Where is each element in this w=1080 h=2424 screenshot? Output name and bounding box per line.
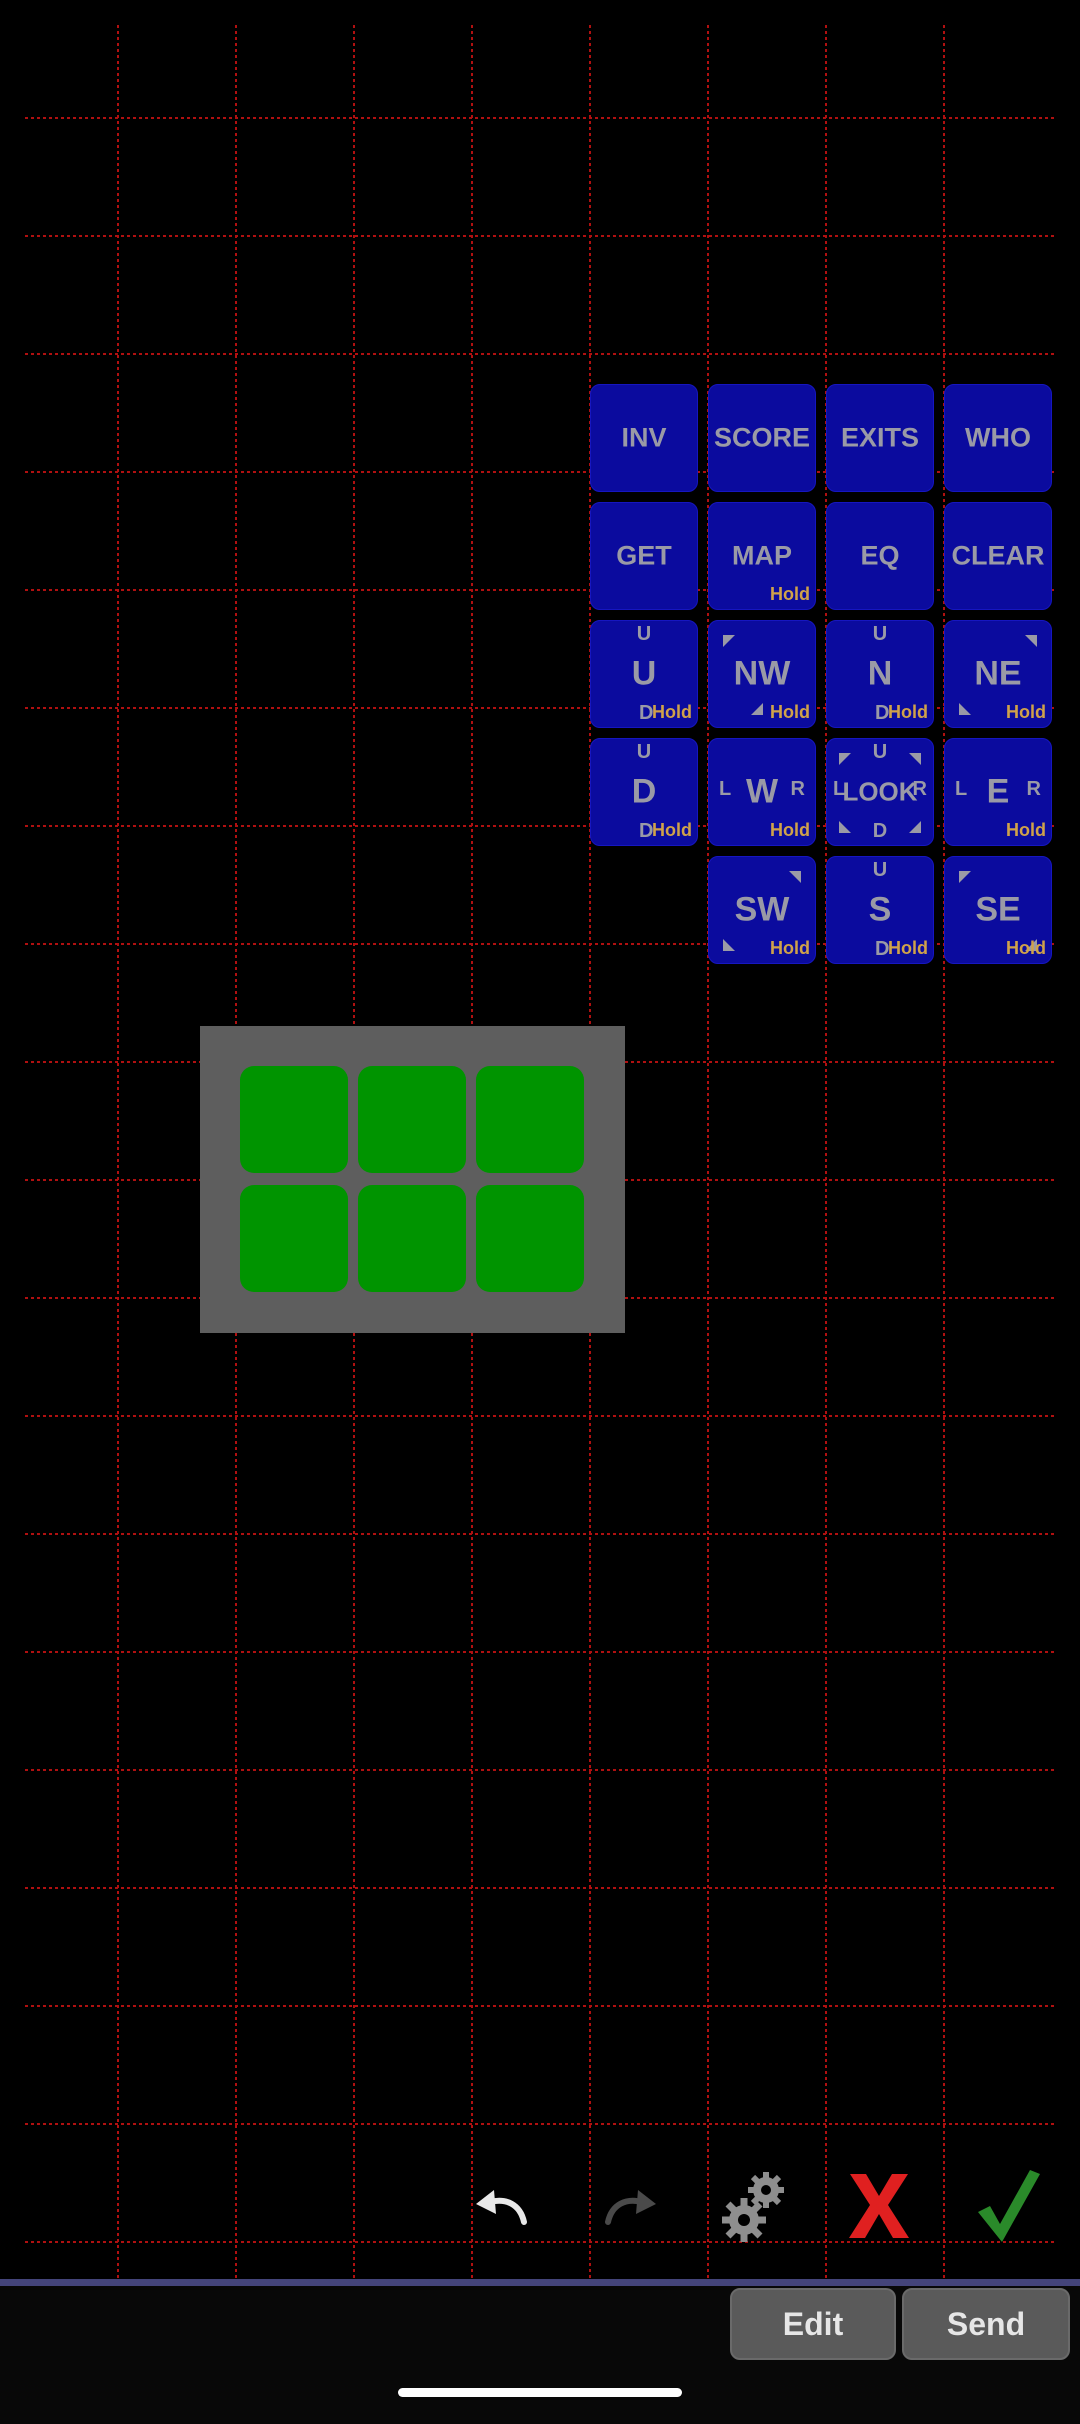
n-label: N [867, 654, 893, 693]
who-button[interactable]: WHO [944, 384, 1052, 492]
placeholder-button[interactable] [476, 1185, 584, 1292]
sw-label: SW [734, 890, 790, 929]
swipe-up-label: U [636, 741, 652, 763]
sw-button[interactable]: SW Hold [708, 856, 816, 964]
eq-label: EQ [860, 540, 900, 571]
map-label: MAP [732, 540, 792, 571]
hold-label: Hold [770, 584, 810, 604]
get-label: GET [616, 540, 672, 571]
swipe-down-label: D [872, 820, 888, 842]
confirm-button[interactable] [976, 2168, 1042, 2244]
swipe-up-label: U [872, 623, 888, 645]
ne-label: NE [974, 654, 1022, 693]
send-button[interactable]: Send [902, 2288, 1070, 2360]
s-button[interactable]: U S D Hold [826, 856, 934, 964]
up-button[interactable]: U U D Hold [590, 620, 698, 728]
map-button[interactable]: MAP Hold [708, 502, 816, 610]
clear-label: CLEAR [951, 540, 1045, 571]
swipe-right-label: R [912, 778, 927, 801]
send-label: Send [946, 2306, 1026, 2342]
eq-button[interactable]: EQ [826, 502, 934, 610]
arrow-ne-icon [789, 871, 801, 883]
swipe-right-label: R [790, 778, 805, 801]
hold-label: Hold [770, 938, 810, 958]
placeholder-button[interactable] [240, 1185, 348, 1292]
undo-icon [476, 2190, 527, 2225]
inv-label: INV [621, 422, 667, 453]
hold-label: Hold [652, 820, 692, 840]
look-button[interactable]: U L LOOK R D [826, 738, 934, 846]
settings-button[interactable] [722, 2166, 788, 2244]
arrow-nw-icon [959, 871, 971, 883]
placeholder-button[interactable] [476, 1066, 584, 1173]
nw-button[interactable]: NW Hold [708, 620, 816, 728]
who-label: WHO [965, 422, 1031, 453]
hold-label: Hold [1006, 702, 1046, 722]
hold-label: Hold [652, 702, 692, 722]
exits-button[interactable]: EXITS [826, 384, 934, 492]
redo-icon [605, 2190, 656, 2225]
hold-label: Hold [1006, 938, 1046, 958]
placeholder-button[interactable] [358, 1066, 466, 1173]
checkmark-icon [978, 2170, 1040, 2242]
score-button[interactable]: SCORE [708, 384, 816, 492]
swipe-up-label: U [636, 623, 652, 645]
n-button[interactable]: U N D Hold [826, 620, 934, 728]
ne-button[interactable]: NE Hold [944, 620, 1052, 728]
clear-button[interactable]: CLEAR [944, 502, 1052, 610]
edit-label: Edit [782, 2306, 844, 2342]
arrow-ne-icon [1025, 635, 1037, 647]
placeholder-button[interactable] [240, 1066, 348, 1173]
e-button[interactable]: L E R Hold [944, 738, 1052, 846]
arrow-sw-icon [723, 939, 735, 951]
hold-label: Hold [888, 938, 928, 958]
arrow-nw-icon [839, 753, 851, 765]
gear-icon [722, 2172, 784, 2242]
arrow-nw-icon [723, 635, 735, 647]
cancel-button[interactable] [846, 2170, 912, 2240]
close-icon [849, 2174, 909, 2238]
w-button[interactable]: L W R Hold [708, 738, 816, 846]
se-button[interactable]: SE Hold [944, 856, 1052, 964]
arrow-ne-icon [909, 753, 921, 765]
s-label: S [868, 890, 892, 929]
redo-button[interactable] [598, 2178, 662, 2234]
down-label: D [631, 772, 657, 811]
score-label: SCORE [713, 422, 811, 453]
inv-button[interactable]: INV [590, 384, 698, 492]
hold-label: Hold [888, 702, 928, 722]
placeholder-button[interactable] [358, 1185, 466, 1292]
swipe-up-label: U [872, 859, 888, 881]
get-button[interactable]: GET [590, 502, 698, 610]
arrow-se-icon [751, 703, 763, 715]
swipe-right-label: R [1026, 778, 1041, 801]
nw-label: NW [733, 654, 791, 693]
hold-label: Hold [1006, 820, 1046, 840]
se-label: SE [975, 890, 1021, 929]
hold-label: Hold [770, 702, 810, 722]
home-indicator[interactable] [398, 2388, 682, 2397]
hold-label: Hold [770, 820, 810, 840]
arrow-sw-icon [959, 703, 971, 715]
undo-button[interactable] [470, 2178, 534, 2234]
up-label: U [631, 654, 657, 693]
exits-label: EXITS [840, 422, 920, 453]
down-button[interactable]: U D D Hold [590, 738, 698, 846]
edit-button[interactable]: Edit [730, 2288, 896, 2360]
bottom-divider [0, 2279, 1080, 2286]
